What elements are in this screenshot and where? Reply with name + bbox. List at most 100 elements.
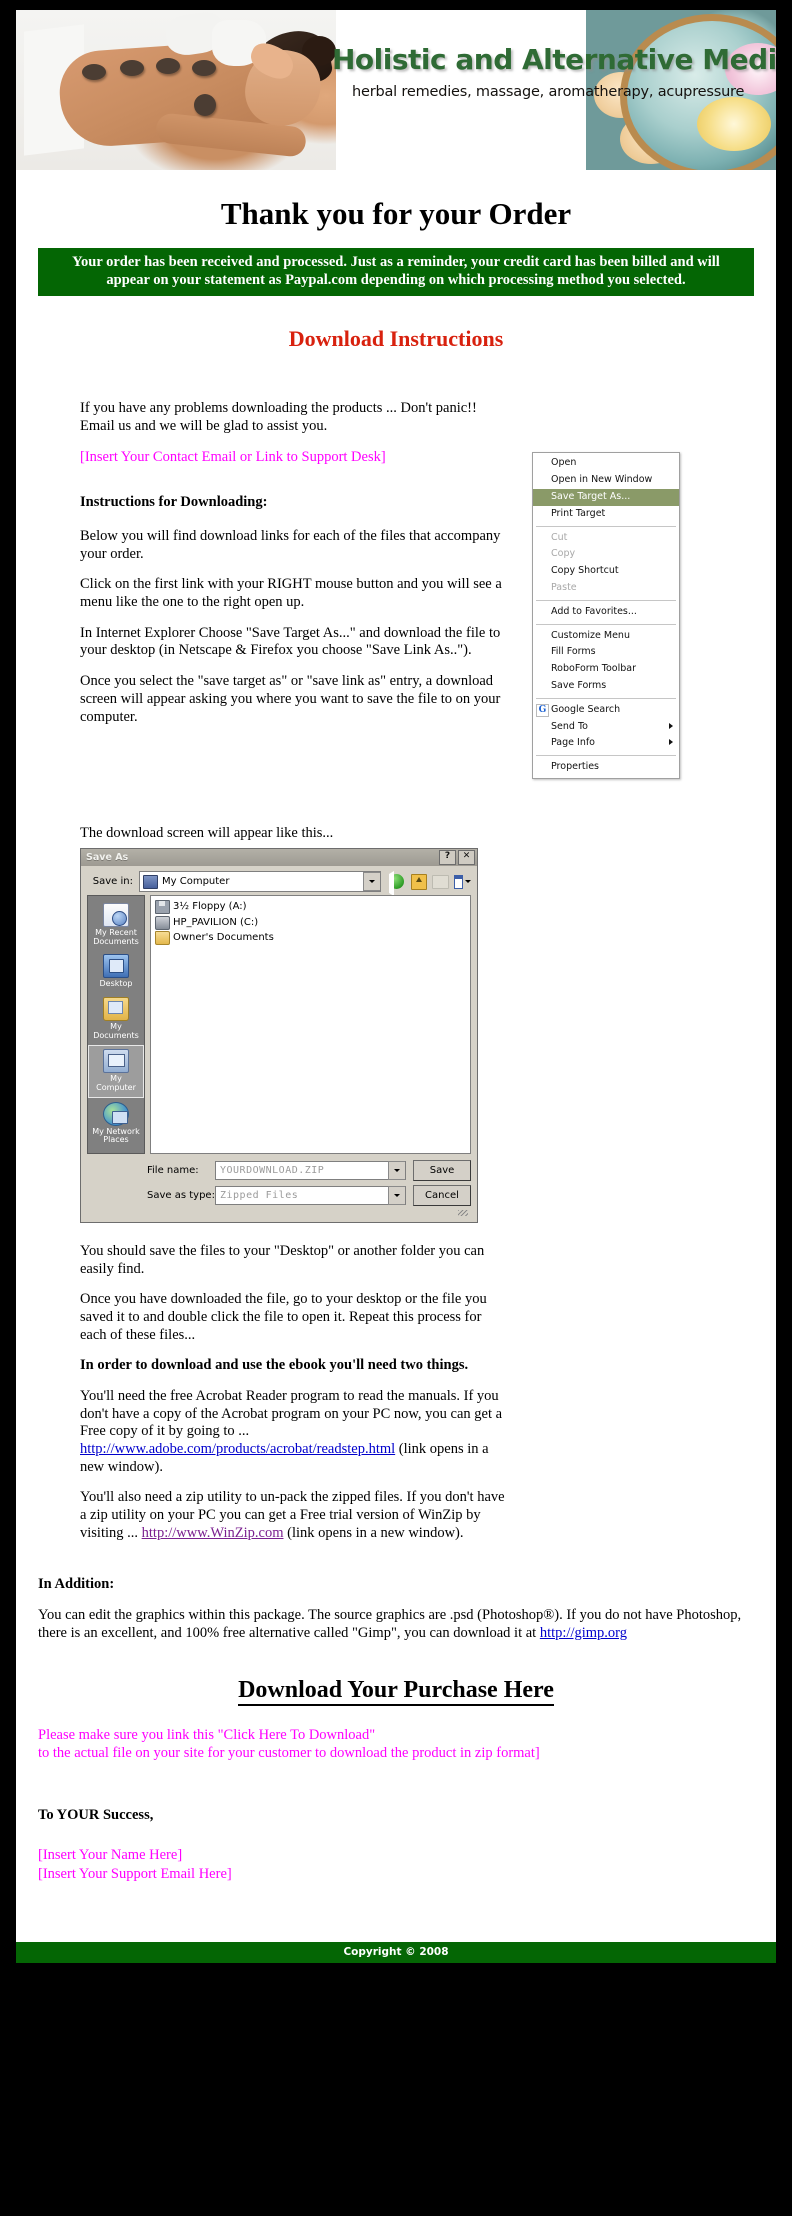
- file-list-item[interactable]: Owner's Documents: [154, 931, 467, 947]
- save-as-type-row: Save as type: Zipped Files Cancel: [87, 1184, 471, 1206]
- save-as-dialog[interactable]: Save As ? ✕ Save in: My Computer My Rece…: [80, 848, 478, 1223]
- context-menu-item-page-info[interactable]: Page Info: [533, 735, 679, 752]
- main-content: Thank you for your Order Your order has …: [16, 196, 776, 1964]
- file-list-item-label: 3½ Floppy (A:): [173, 901, 247, 913]
- save-in-row: Save in: My Computer: [81, 866, 477, 897]
- up-one-level-icon[interactable]: [410, 873, 427, 890]
- context-menu-item-properties[interactable]: Properties: [533, 759, 679, 776]
- banner-subtitle: herbal remedies, massage, aromatherapy, …: [352, 84, 745, 100]
- instructions-text-column: If you have any problems downloading the…: [80, 352, 510, 726]
- winzip-link[interactable]: http://www.WinZip.com: [142, 1525, 284, 1541]
- name-placeholder: [Insert Your Name Here]: [38, 1847, 183, 1864]
- context-menu-separator: [536, 525, 676, 527]
- after-paragraph-2: Once you have downloaded the file, go to…: [80, 1291, 487, 1343]
- browser-context-menu[interactable]: Open Open in New Window Save Target As..…: [532, 452, 680, 780]
- my-network-places-icon: [103, 1101, 129, 1126]
- save-as-footer: File name: YOURDOWNLOAD.ZIP Save Save as…: [81, 1158, 477, 1222]
- place-my-computer[interactable]: My Computer: [88, 1045, 144, 1098]
- ebook-requirements-text: In order to download and use the ebook y…: [80, 1357, 469, 1374]
- after-dialog-text: You should save the files to your "Deskt…: [80, 1243, 510, 1543]
- context-menu-item-add-to-favorites[interactable]: Add to Favorites...: [533, 604, 679, 621]
- context-menu-item-customize-menu[interactable]: Customize Menu: [533, 628, 679, 645]
- new-folder-icon[interactable]: [432, 874, 449, 890]
- context-menu-item-send-to-label: Send To: [551, 720, 588, 732]
- help-button[interactable]: ?: [439, 850, 456, 866]
- place-my-recent-documents[interactable]: My Recent Documents: [89, 900, 143, 950]
- file-list-item-label: Owner's Documents: [173, 932, 274, 944]
- context-menu-item-google-search[interactable]: G Google Search: [533, 702, 679, 719]
- context-menu-item-open[interactable]: Open: [533, 455, 679, 472]
- support-email-placeholder: [Insert Your Support Email Here]: [38, 1866, 232, 1883]
- save-button[interactable]: Save: [413, 1159, 471, 1181]
- instructions-paragraph-1: Below you will find download links for e…: [80, 528, 501, 562]
- instructions-paragraph-2: Click on the first link with your RIGHT …: [80, 576, 502, 611]
- save-in-label: Save in:: [92, 876, 133, 888]
- context-menu-item-save-target-as[interactable]: Save Target As...: [533, 488, 679, 506]
- place-label: My Network Places: [92, 1126, 140, 1145]
- bottom-spacer: [16, 1884, 776, 1942]
- context-menu-item-cut: Cut: [551, 531, 568, 543]
- file-name-input[interactable]: YOURDOWNLOAD.ZIP: [215, 1160, 406, 1180]
- submenu-arrow-icon: [669, 722, 673, 729]
- footer-copyright: Copyright © 2008: [16, 1942, 776, 1964]
- context-menu-item-copy-shortcut[interactable]: Copy Shortcut: [533, 563, 679, 580]
- instructions-subheading-text: Instructions for Downloading:: [80, 494, 268, 511]
- download-purchase-heading-text: Download Your Purchase Here: [238, 1676, 554, 1706]
- context-menu-separator: [536, 697, 676, 699]
- place-label: Desktop: [99, 979, 133, 989]
- file-list-item[interactable]: HP_PAVILION (C:): [154, 915, 467, 932]
- file-list-item-label: HP_PAVILION (C:): [173, 916, 259, 928]
- context-menu-item-send-to[interactable]: Send To: [533, 719, 679, 736]
- context-menu-item-save-forms[interactable]: Save Forms: [533, 678, 679, 695]
- intro-line-2: Email us and we will be glad to assist y…: [80, 417, 328, 434]
- places-bar: My Recent Documents Desktop My Documents: [87, 895, 145, 1154]
- file-name-label: File name:: [147, 1164, 199, 1176]
- download-link-note: Please make sure you link this "Click He…: [38, 1726, 754, 1764]
- context-menu-item-roboform-toolbar[interactable]: RoboForm Toolbar: [533, 661, 679, 678]
- download-link-note-line-2: to the actual file on your site for your…: [38, 1745, 540, 1762]
- context-menu-item-print-target[interactable]: Print Target: [533, 506, 679, 523]
- chevron-down-icon[interactable]: [363, 872, 380, 892]
- my-documents-icon: [103, 997, 129, 1022]
- context-menu-item-open-in-new-window[interactable]: Open in New Window: [533, 472, 679, 489]
- place-my-network-places[interactable]: My Network Places: [89, 1099, 143, 1149]
- place-my-documents[interactable]: My Documents: [89, 994, 143, 1044]
- file-list-item[interactable]: 3½ Floppy (A:): [154, 900, 467, 916]
- save-as-titlebar: Save As ? ✕: [81, 849, 477, 867]
- save-as-type-label: Save as type:: [147, 1189, 215, 1201]
- back-icon[interactable]: [388, 871, 405, 897]
- context-menu-separator: [536, 599, 676, 601]
- resize-grip-icon[interactable]: [87, 1209, 471, 1216]
- file-name-row: File name: YOURDOWNLOAD.ZIP Save: [87, 1159, 471, 1181]
- context-menu-item-fill-forms[interactable]: Fill Forms: [533, 644, 679, 661]
- chevron-down-icon[interactable]: [388, 1185, 405, 1205]
- save-as-body: My Recent Documents Desktop My Documents: [81, 895, 477, 1158]
- acrobat-text-before: You'll need the free Acrobat Reader prog…: [80, 1387, 503, 1440]
- in-addition-paragraph: You can edit the graphics within this pa…: [38, 1607, 754, 1642]
- folder-icon: [155, 931, 170, 946]
- closing-success: To YOUR Success,: [38, 1807, 154, 1824]
- save-in-combobox[interactable]: My Computer: [139, 871, 381, 893]
- place-desktop[interactable]: Desktop: [89, 951, 143, 993]
- file-list[interactable]: 3½ Floppy (A:) HP_PAVILION (C:) Owner's …: [150, 895, 471, 1154]
- views-icon[interactable]: [454, 874, 471, 890]
- adobe-acrobat-link[interactable]: http://www.adobe.com/products/acrobat/re…: [80, 1441, 395, 1457]
- chevron-down-icon[interactable]: [388, 1160, 405, 1180]
- google-g-icon: G: [536, 703, 549, 717]
- context-menu-item-page-info-label: Page Info: [551, 737, 595, 749]
- place-label: My Recent Documents: [93, 928, 139, 946]
- floppy-drive-icon: [155, 900, 170, 915]
- save-as-type-select[interactable]: Zipped Files: [215, 1185, 406, 1205]
- hot-stone-massage-photo: [16, 10, 336, 170]
- gimp-link[interactable]: http://gimp.org: [540, 1625, 627, 1641]
- instructions-subheading: Instructions for Downloading:: [80, 494, 510, 512]
- save-as-toolbar: [388, 871, 471, 897]
- context-menu-item-google-search-label: Google Search: [551, 703, 621, 715]
- cancel-button[interactable]: Cancel: [413, 1184, 471, 1206]
- place-label: My Computer: [96, 1074, 136, 1092]
- intro-paragraph: If you have any problems downloading the…: [80, 400, 510, 435]
- in-addition-text: You can edit the graphics within this pa…: [38, 1607, 742, 1641]
- context-menu-item-paste: Paste: [551, 581, 577, 593]
- save-as-title: Save As: [86, 852, 129, 864]
- close-button[interactable]: ✕: [458, 850, 475, 866]
